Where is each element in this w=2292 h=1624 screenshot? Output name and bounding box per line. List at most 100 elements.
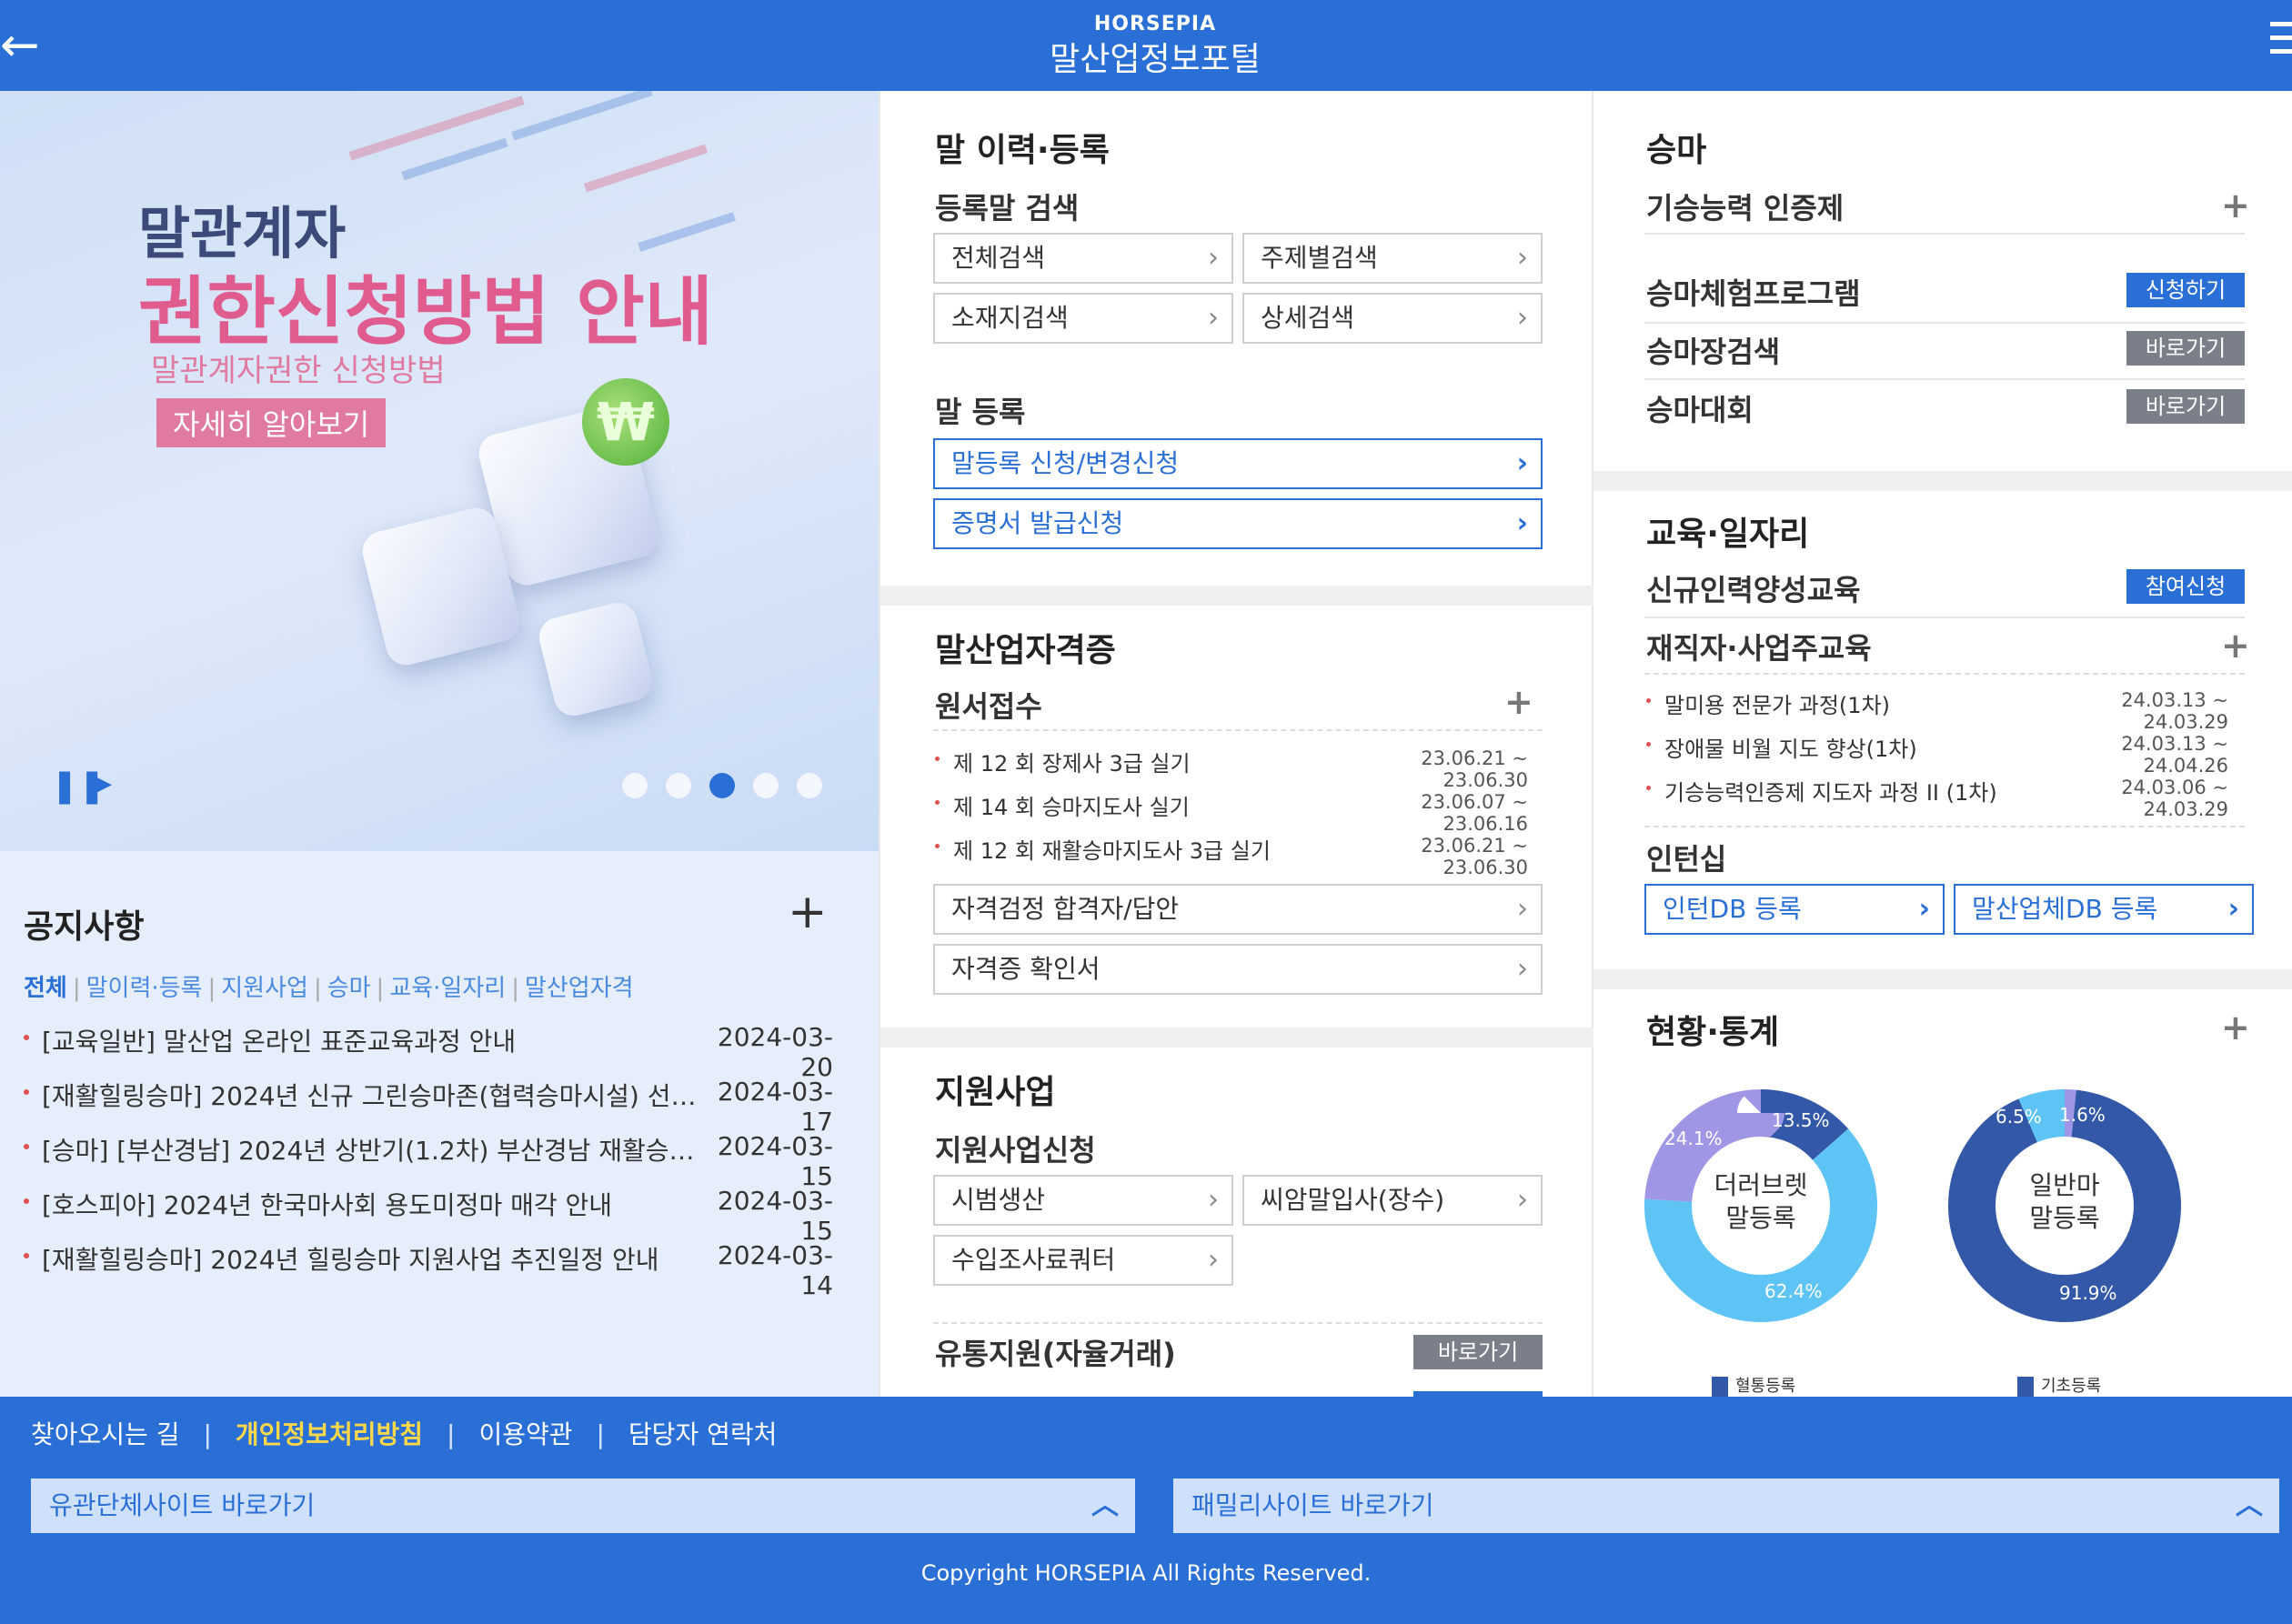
registered-horse-search-subtitle: 등록말 검색 [935, 191, 1080, 226]
new-workforce-label[interactable]: 신규인력양성교육 [1646, 567, 1861, 609]
pilot-production-button[interactable]: 시범생산 › [933, 1175, 1233, 1226]
section-divider [1593, 471, 2292, 491]
new-workforce-apply-button[interactable]: 참여신청 [2126, 569, 2245, 604]
chevron-right-icon: › [1517, 1184, 1528, 1216]
notice-item[interactable]: [교육일반] 말산업 온라인 표준교육과정 안내 2024-03-20 [24, 1022, 833, 1082]
footer-directions-link[interactable]: 찾아오시는 길 [31, 1419, 179, 1449]
family-sites-dropdown[interactable]: 패밀리사이트 바로가기 ︿ [1173, 1479, 2279, 1533]
donut-slice-label: 1.6% [2059, 1104, 2106, 1126]
qualification-title: 말산업자격증 [935, 632, 1116, 669]
notice-more-plus-icon[interactable]: + [788, 888, 828, 936]
slide-dot-active[interactable] [709, 773, 735, 798]
education-item[interactable]: 장애물 비월 지도 향상(1차) 24.03.13 ~ 24.04.26 [1646, 731, 2247, 777]
banner-slider[interactable]: 말관계자 권한신청방법 안내 말관계자권한 신청방법 자세히 알아보기 ₩ ❚❚… [0, 91, 879, 851]
footer-terms-link[interactable]: 이용약관 [478, 1419, 572, 1449]
certificate-confirm-button[interactable]: 자격증 확인서 › [933, 944, 1543, 995]
exam-item[interactable]: 제 14 회 승마지도사 실기 23.06.07 ~ 23.06.16 [935, 789, 1535, 835]
donut-center-line1: 더러브렛 [1714, 1170, 1808, 1200]
notice-tab-riding[interactable]: 승마 [327, 975, 371, 1002]
notice-tab-all[interactable]: 전체 [24, 975, 67, 1002]
slide-dot[interactable] [753, 773, 779, 798]
education-item[interactable]: 말미용 전문가 과정(1차) 24.03.13 ~ 24.03.29 [1646, 687, 2247, 733]
riding-certification-label[interactable]: 기승능력 인증제 [1646, 185, 1844, 227]
thoroughbred-donut-chart: 더러브렛 말등록 13.5% 62.4% 24.1% [1644, 1089, 1877, 1322]
donut-slice-label: 62.4% [1764, 1280, 1823, 1302]
footer-privacy-link[interactable]: 개인정보처리방침 [236, 1419, 423, 1449]
notice-item[interactable]: [재활힐링승마] 2024년 신규 그린승마존(협력승마시설) 선정 … 2024… [24, 1077, 833, 1137]
education-item[interactable]: 기승능력인증제 지도자 과정 II (1차) 24.03.06 ~ 24.03.2… [1646, 775, 2247, 820]
notice-title: 공지사항 [24, 908, 145, 946]
incumbent-education-label[interactable]: 재직자·사업주교육 [1646, 626, 1872, 667]
copyright: Copyright HORSEPIA All Rights Reserved. [920, 1560, 1372, 1586]
slide-dot[interactable] [666, 773, 691, 798]
chevron-right-icon: › [1208, 1244, 1219, 1276]
notice-tab-support[interactable]: 지원사업 [221, 975, 308, 1002]
riding-competition-label[interactable]: 승마대회 [1646, 387, 1754, 429]
detail-search-button[interactable]: 상세검색 › [1242, 293, 1543, 344]
chevron-right-icon: › [1517, 242, 1528, 274]
riding-experience-apply-button[interactable]: 신청하기 [2126, 273, 2245, 307]
distribution-support-subtitle: 유통지원(자율거래) [935, 1337, 1176, 1371]
chevron-up-icon: ︿ [2236, 1489, 2263, 1521]
pass-answer-button[interactable]: 자격검정 합격자/답안 › [933, 884, 1543, 935]
certificate-issue-button[interactable]: 증명서 발급신청 › [933, 498, 1543, 549]
banner-subtitle: 말관계자권한 신청방법 [151, 353, 446, 389]
topic-search-button[interactable]: 주제별검색 › [1242, 233, 1543, 284]
riding-certification-plus-icon[interactable]: + [2221, 188, 2250, 223]
education-jobs-title: 교육·일자리 [1646, 516, 1810, 553]
section-divider [880, 1028, 1595, 1048]
slide-indicators [622, 773, 840, 800]
donut-slice-label: 24.1% [1664, 1128, 1723, 1149]
slide-dot[interactable] [622, 773, 648, 798]
chevron-right-icon: › [1517, 953, 1528, 985]
donut-center-line2: 말등록 [1725, 1203, 1796, 1233]
hamburger-menu-icon[interactable] [2270, 22, 2292, 67]
broodmare-button[interactable]: 씨암말입사(장수) › [1242, 1175, 1543, 1226]
middle-column: 말 이력·등록 등록말 검색 전체검색 › 주제별검색 › 소재지검색 › 상세검색 ›… [879, 91, 1595, 1397]
riding-experience-label[interactable]: 승마체험프로그램 [1646, 271, 1861, 313]
intern-db-register-button[interactable]: 인턴DB 등록 › [1644, 884, 1945, 935]
donut-slice-label: 91.9% [2059, 1282, 2117, 1304]
location-search-button[interactable]: 소재지검색 › [933, 293, 1233, 344]
distribution-go-button[interactable]: 바로가기 [1413, 1335, 1543, 1369]
related-sites-dropdown[interactable]: 유관단체사이트 바로가기 ︿ [31, 1479, 1135, 1533]
donut-center-line1: 일반마 [2029, 1170, 2100, 1200]
incumbent-education-plus-icon[interactable]: + [2221, 628, 2250, 663]
page-title[interactable]: 말산업정보포털 [1000, 33, 1310, 80]
banner-title-line2: 권한신청방법 안내 [138, 269, 714, 356]
general-horse-donut-chart: 일반마 말등록 1.6% 91.9% 6.5% [1948, 1089, 2181, 1322]
chevron-right-icon: › [2227, 893, 2239, 925]
statistics-plus-icon[interactable]: + [2221, 1010, 2250, 1045]
notice-item[interactable]: [재활힐링승마] 2024년 힐링승마 지원사업 추진일정 안내 2024-03-… [24, 1240, 833, 1300]
registration-apply-button[interactable]: 말등록 신청/변경신청 › [933, 438, 1543, 489]
horse-registration-subtitle: 말 등록 [935, 395, 1026, 429]
notice-item[interactable]: [호스피아] 2024년 한국마사회 용도미정마 매각 안내 2024-03-15 [24, 1186, 833, 1246]
banner-coin-image: ₩ [582, 378, 669, 466]
riding-field-search-label[interactable]: 승마장검색 [1646, 329, 1780, 371]
chevron-right-icon: › [1517, 893, 1528, 925]
footer-contact-link[interactable]: 담당자 연락처 [628, 1419, 777, 1449]
play-icon[interactable]: ▶ [91, 767, 112, 799]
horse-registration-title: 말 이력·등록 [935, 132, 1110, 169]
notice-tab-registration[interactable]: 말이력·등록 [86, 975, 203, 1002]
banner-more-button[interactable]: 자세히 알아보기 [156, 398, 387, 447]
application-more-plus-icon[interactable]: + [1504, 685, 1533, 719]
company-db-register-button[interactable]: 말산업체DB 등록 › [1954, 884, 2254, 935]
notice-item[interactable]: [승마] [부산경남] 2024년 상반기(1.2차) 부산경남 재활승마 강…… [24, 1131, 833, 1191]
support-apply-subtitle: 지원사업신청 [935, 1133, 1096, 1168]
chevron-right-icon: › [1208, 302, 1219, 334]
exam-item[interactable]: 제 12 회 장제사 3급 실기 23.06.21 ~ 23.06.30 [935, 746, 1535, 791]
exam-item[interactable]: 제 12 회 재활승마지도사 3급 실기 23.06.21 ~ 23.06.30 [935, 833, 1535, 878]
back-arrow-icon[interactable]: ← [0, 20, 51, 71]
section-divider [880, 586, 1595, 606]
notice-tab-qualification[interactable]: 말산업자격 [525, 975, 634, 1002]
notice-tab-education[interactable]: 교육·일자리 [389, 975, 506, 1002]
slide-dot[interactable] [797, 773, 822, 798]
donut-center-line2: 말등록 [2029, 1203, 2100, 1233]
riding-competition-go-button[interactable]: 바로가기 [2126, 389, 2245, 424]
donut-slice-label: 6.5% [1995, 1106, 2042, 1128]
internship-subtitle: 인턴십 [1646, 842, 1727, 877]
forage-quota-button[interactable]: 수입조사료쿼터 › [933, 1235, 1233, 1286]
full-search-button[interactable]: 전체검색 › [933, 233, 1233, 284]
riding-field-go-button[interactable]: 바로가기 [2126, 331, 2245, 366]
